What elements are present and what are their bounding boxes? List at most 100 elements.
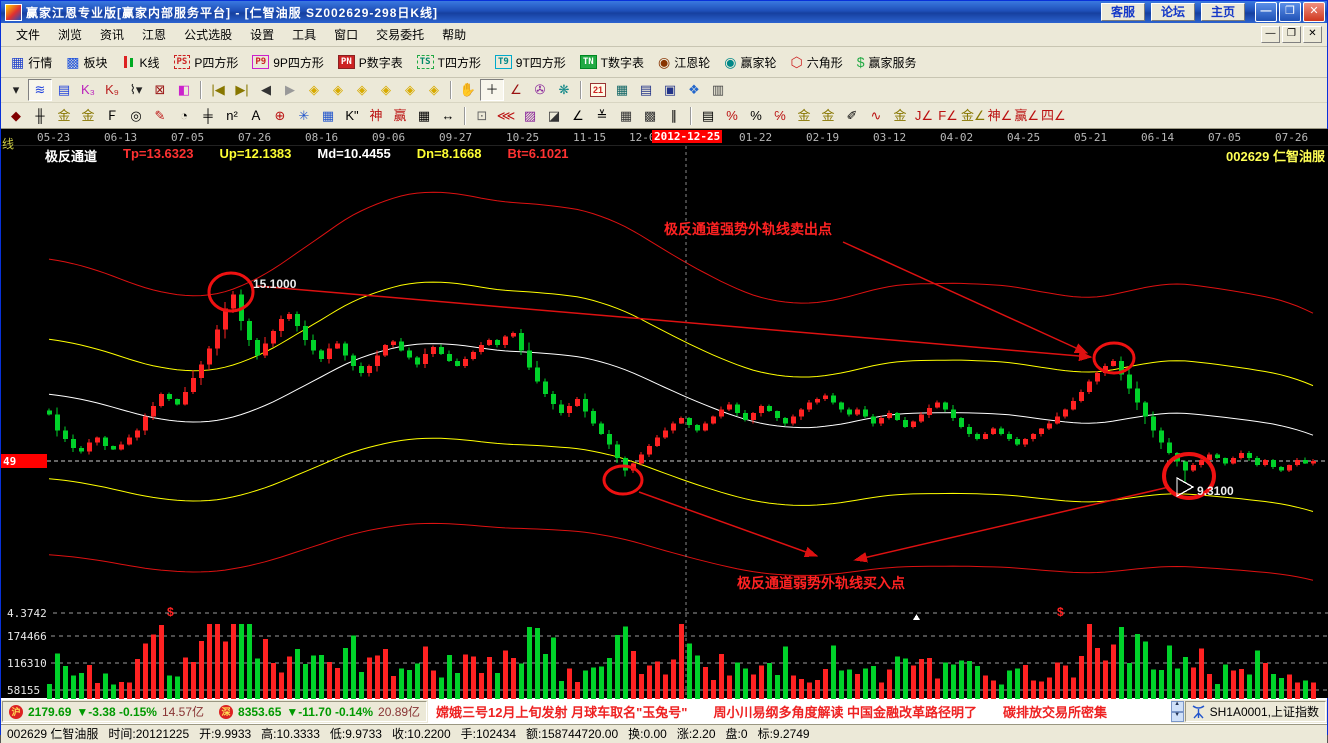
close-button[interactable]: ✕ bbox=[1303, 2, 1325, 22]
pan-hand-tool[interactable]: ✋ bbox=[456, 79, 480, 101]
crosshair-tool[interactable]: ＋ bbox=[480, 79, 504, 101]
ticker-down-button[interactable]: ▼ bbox=[1171, 712, 1184, 723]
gann-tool-wave[interactable]: ≚ bbox=[590, 105, 614, 127]
9p-square-button[interactable]: P99P四方形 bbox=[246, 51, 330, 74]
p-square-button[interactable]: PSP四方形 bbox=[168, 51, 245, 74]
calendar-tool[interactable]: 21 bbox=[586, 79, 610, 101]
gann-tool-rails[interactable]: ╫ bbox=[28, 105, 52, 127]
homepage-button[interactable]: 主页 bbox=[1201, 3, 1245, 21]
color-bars-tool[interactable]: ◧ bbox=[172, 79, 196, 101]
expand-all-button[interactable]: ◈ bbox=[422, 79, 446, 101]
ticker-scroll-buttons[interactable]: ▲▼ bbox=[1171, 701, 1184, 722]
gann-tool-wave-red[interactable]: ∿ bbox=[864, 105, 888, 127]
menu-item-0[interactable]: 文件 bbox=[7, 23, 49, 46]
gann-tool-angle[interactable]: ∠ bbox=[566, 105, 590, 127]
gann-tool-shen-angle[interactable]: 神∠ bbox=[987, 105, 1014, 127]
ticker-up-button[interactable]: ▲ bbox=[1171, 701, 1184, 712]
notepad-tool[interactable]: ▤ bbox=[634, 79, 658, 101]
gann-tool-gold1[interactable]: 金 bbox=[52, 105, 76, 127]
compress-all-button[interactable]: ◈ bbox=[398, 79, 422, 101]
gann-tool-shade[interactable]: ◪ bbox=[542, 105, 566, 127]
remote-service-tool[interactable]: ▥ bbox=[706, 79, 730, 101]
compress-h-button[interactable]: ◈ bbox=[374, 79, 398, 101]
t-number-table-button[interactable]: TNT数字表 bbox=[574, 51, 650, 74]
market-quotes-button[interactable]: ▦行情 bbox=[5, 51, 58, 74]
sectors-button[interactable]: ▩板块 bbox=[60, 51, 113, 74]
period-dropdown[interactable]: ▾ bbox=[4, 79, 28, 101]
gann-tool-ruler[interactable]: ╪ bbox=[196, 105, 220, 127]
gann-tool-target[interactable]: ⊕ bbox=[268, 105, 292, 127]
web-station-tool[interactable]: ❖ bbox=[682, 79, 706, 101]
scroll-right-button[interactable]: ◈ bbox=[326, 79, 350, 101]
kline-chart-canvas[interactable]: 174466116310581554.374249极反通道强势外轨线卖出点极反通… bbox=[1, 146, 1328, 699]
gann-tool-pct[interactable]: % bbox=[744, 105, 768, 127]
gann-tool-gold-angle[interactable]: 金∠ bbox=[960, 105, 987, 127]
gann-shape-tool[interactable]: ✇ bbox=[528, 79, 552, 101]
menu-item-7[interactable]: 窗口 bbox=[325, 23, 367, 46]
gann-tool-star[interactable]: ✳ bbox=[292, 105, 316, 127]
gann-tool-gold-circle[interactable]: 金 bbox=[792, 105, 816, 127]
gann-tool-gold3[interactable]: 金 bbox=[888, 105, 912, 127]
gann-tool-a[interactable]: Ａ bbox=[244, 105, 268, 127]
kline-3-tool[interactable]: K₃ bbox=[76, 79, 100, 101]
gann-tool-grid-blue[interactable]: ▦ bbox=[316, 105, 340, 127]
gann-tool-ying-angle[interactable]: 赢∠ bbox=[1013, 105, 1040, 127]
p-number-table-button[interactable]: PNP数字表 bbox=[332, 51, 409, 74]
gann-tool-clock[interactable]: ◔ bbox=[172, 105, 196, 127]
gann-tool-spiral[interactable]: ◎ bbox=[124, 105, 148, 127]
gann-tool-f[interactable]: Ｆ bbox=[100, 105, 124, 127]
gann-tool-gold2[interactable]: 金 bbox=[76, 105, 100, 127]
menu-item-4[interactable]: 公式选股 bbox=[175, 23, 241, 46]
gann-wheel-button[interactable]: ◉江恩轮 bbox=[652, 51, 716, 74]
gann-tool-par[interactable]: ∥ bbox=[662, 105, 686, 127]
menu-item-8[interactable]: 交易委托 bbox=[367, 23, 433, 46]
kline-side-tab[interactable]: 线 bbox=[2, 135, 14, 152]
gann-tool-grid3[interactable]: ▩ bbox=[638, 105, 662, 127]
notes-view-tool[interactable]: ▤ bbox=[52, 79, 76, 101]
winner-wheel-button[interactable]: ◉赢家轮 bbox=[718, 51, 782, 74]
gann-tool-j-angle[interactable]: J∠ bbox=[912, 105, 936, 127]
menu-item-5[interactable]: 设置 bbox=[241, 23, 283, 46]
gann-tool-brush[interactable]: ✐ bbox=[840, 105, 864, 127]
gann-tool-fan[interactable]: ⋘ bbox=[494, 105, 518, 127]
menu-item-1[interactable]: 浏览 bbox=[49, 23, 91, 46]
child-minimize-button[interactable]: — bbox=[1261, 26, 1280, 43]
child-restore-button[interactable]: ❐ bbox=[1282, 26, 1301, 43]
t-square-button[interactable]: TST四方形 bbox=[411, 51, 487, 74]
kline-9-tool[interactable]: K₉ bbox=[100, 79, 124, 101]
9t-square-button[interactable]: T99T四方形 bbox=[489, 51, 572, 74]
gann-tool-ying[interactable]: 赢 bbox=[388, 105, 412, 127]
save-tool[interactable]: ▣ bbox=[658, 79, 682, 101]
angle-measure-tool[interactable]: ∠ bbox=[504, 79, 528, 101]
last-page-button[interactable]: ▶| bbox=[230, 79, 254, 101]
gann-tool-shen[interactable]: 神 bbox=[364, 105, 388, 127]
gann-tool-box[interactable]: ◆ bbox=[4, 105, 28, 127]
gann-tool-span[interactable]: ↔ bbox=[436, 105, 460, 127]
menu-item-6[interactable]: 工具 bbox=[283, 23, 325, 46]
expand-h-button[interactable]: ◈ bbox=[350, 79, 374, 101]
gann-tool-si-angle[interactable]: 四∠ bbox=[1040, 105, 1067, 127]
gann-tool-kq[interactable]: K" bbox=[340, 105, 364, 127]
next-bar-button[interactable]: ▶ bbox=[278, 79, 302, 101]
gann-tool-pct-box[interactable]: ▤ bbox=[696, 105, 720, 127]
winner-service-button[interactable]: $赢家服务 bbox=[851, 51, 923, 74]
scroll-left-button[interactable]: ◈ bbox=[302, 79, 326, 101]
chip-distribution-tool[interactable]: ⊠ bbox=[148, 79, 172, 101]
gann-tool-frame[interactable]: ⊡ bbox=[470, 105, 494, 127]
pattern-view-tool[interactable]: ≋ bbox=[28, 79, 52, 101]
gann-tool-pen[interactable]: ✎ bbox=[148, 105, 172, 127]
menu-item-2[interactable]: 资讯 bbox=[91, 23, 133, 46]
gann-tool-n2[interactable]: n² bbox=[220, 105, 244, 127]
calculator-tool[interactable]: ▦ bbox=[610, 79, 634, 101]
forum-button[interactable]: 论坛 bbox=[1151, 3, 1195, 21]
thought-tool[interactable]: ❋ bbox=[552, 79, 576, 101]
menu-item-3[interactable]: 江恩 bbox=[133, 23, 175, 46]
gann-tool-pct-red[interactable]: % bbox=[720, 105, 744, 127]
first-page-button[interactable]: |◀ bbox=[206, 79, 230, 101]
gann-tool-gold-line[interactable]: 金 bbox=[816, 105, 840, 127]
kline-button[interactable]: K线 bbox=[116, 51, 166, 74]
gann-tool-grid[interactable]: ▦ bbox=[412, 105, 436, 127]
customer-service-button[interactable]: 客服 bbox=[1101, 3, 1145, 21]
gann-tool-f-angle[interactable]: F∠ bbox=[936, 105, 960, 127]
gann-tool-fanbox[interactable]: ▨ bbox=[518, 105, 542, 127]
